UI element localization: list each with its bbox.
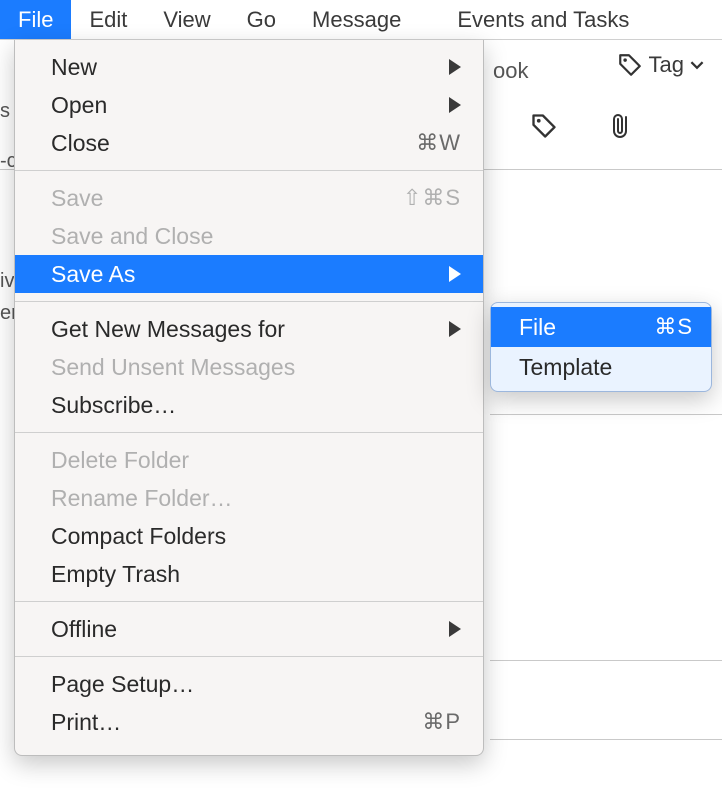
menu-item-empty-trash[interactable]: Empty Trash [15,555,483,593]
menu-item-shortcut: ⌘P [422,709,461,735]
menu-item-label: Template [519,354,693,381]
menu-item-label: Compact Folders [51,523,461,550]
menu-item-label: Close [51,130,416,157]
menu-group: Delete Folder Rename Folder… Compact Fol… [15,433,483,601]
menubar-label: Message [312,7,401,33]
file-menu: New Open Close ⌘W Save ⇧⌘S Save and Clos… [14,40,484,756]
menu-item-label: Open [51,92,439,119]
menu-item-subscribe[interactable]: Subscribe… [15,386,483,424]
menu-item-label: Offline [51,616,439,643]
menubar: File Edit View Go Message Events and Tas… [0,0,722,40]
paperclip-icon[interactable] [608,112,632,140]
menu-item-label: Print… [51,709,422,736]
menu-group: Offline [15,602,483,656]
menu-item-label: New [51,54,439,81]
menu-item-offline[interactable]: Offline [15,610,483,648]
menu-item-close[interactable]: Close ⌘W [15,124,483,162]
panel-box [490,660,722,740]
panel-separator [490,414,722,415]
menu-group: New Open Close ⌘W [15,40,483,170]
submenu-arrow-icon [449,621,461,637]
tag-label: Tag [649,52,684,78]
menu-item-label: Delete Folder [51,447,461,474]
menu-item-label: Save and Close [51,223,461,250]
menubar-item-message[interactable]: Message [294,0,419,39]
menu-item-label: Page Setup… [51,671,461,698]
save-as-submenu: File ⌘S Template [490,302,712,392]
menubar-item-edit[interactable]: Edit [71,0,145,39]
submenu-item-template[interactable]: Template [491,347,711,387]
tag-outline-icon[interactable] [530,112,558,140]
menu-item-new[interactable]: New [15,48,483,86]
menu-item-rename-folder: Rename Folder… [15,479,483,517]
menu-group: Page Setup… Print… ⌘P [15,657,483,749]
menu-item-get-new-messages[interactable]: Get New Messages for [15,310,483,348]
menu-item-save-as[interactable]: Save As [15,255,483,293]
menu-item-compact-folders[interactable]: Compact Folders [15,517,483,555]
submenu-item-file[interactable]: File ⌘S [491,307,711,347]
menubar-label: Go [247,7,276,33]
menubar-item-file[interactable]: File [0,0,71,39]
menu-item-label: Subscribe… [51,392,461,419]
menubar-item-view[interactable]: View [145,0,228,39]
menubar-item-events-and-tasks[interactable]: Events and Tasks [439,0,647,39]
menubar-label: Edit [89,7,127,33]
menu-item-page-setup[interactable]: Page Setup… [15,665,483,703]
tag-icon [617,52,643,78]
menu-item-label: Get New Messages for [51,316,439,343]
menu-item-label: Empty Trash [51,561,461,588]
left-fragment: s [0,100,10,123]
left-fragment: iv [0,270,14,293]
menu-group: Save ⇧⌘S Save and Close Save As [15,171,483,301]
menubar-item-go[interactable]: Go [229,0,294,39]
submenu-arrow-icon [449,321,461,337]
submenu-arrow-icon [449,97,461,113]
menubar-label: File [18,7,53,33]
menu-item-save: Save ⇧⌘S [15,179,483,217]
menu-item-save-and-close: Save and Close [15,217,483,255]
submenu-arrow-icon [449,266,461,282]
menu-item-label: Save [51,185,403,212]
menubar-label: View [163,7,210,33]
submenu-arrow-icon [449,59,461,75]
menu-item-shortcut: ⌘W [416,130,461,156]
menu-item-label: Save As [51,261,439,288]
menu-group: Get New Messages for Send Unsent Message… [15,302,483,432]
menu-item-label: Rename Folder… [51,485,461,512]
menu-item-shortcut: ⇧⌘S [403,185,461,211]
menu-item-label: File [519,314,654,341]
menu-item-print[interactable]: Print… ⌘P [15,703,483,741]
menu-item-label: Send Unsent Messages [51,354,461,381]
menu-item-delete-folder: Delete Folder [15,441,483,479]
menu-item-open[interactable]: Open [15,86,483,124]
menu-item-send-unsent: Send Unsent Messages [15,348,483,386]
tag-button[interactable]: Tag [617,52,704,78]
menubar-spacer [419,0,439,39]
menubar-label: Events and Tasks [457,7,629,33]
toolbar-text-fragment: ook [493,58,528,84]
menu-item-shortcut: ⌘S [654,314,693,340]
chevron-down-icon [690,58,704,72]
